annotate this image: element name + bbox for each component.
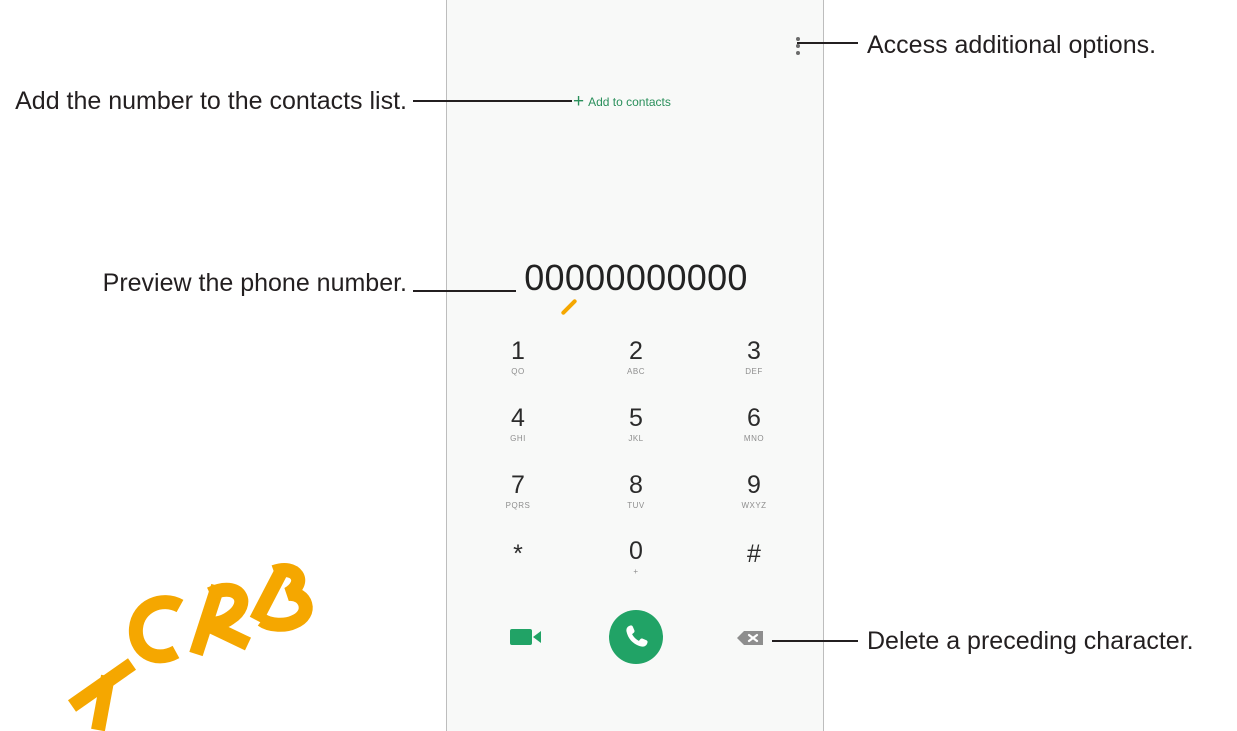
- keypad-digit: #: [747, 540, 761, 568]
- keypad-digit: 4: [511, 404, 525, 432]
- more-options-dot: [796, 51, 800, 55]
- keypad-digit: 5: [629, 404, 643, 432]
- backspace-icon: [737, 631, 763, 645]
- video-call-button[interactable]: [507, 626, 545, 648]
- keypad-letters: ABC: [627, 367, 645, 376]
- keypad-letters: TUV: [627, 501, 645, 510]
- keypad-letters: WXYZ: [741, 501, 767, 510]
- delete-button[interactable]: [733, 626, 769, 650]
- add-to-contacts-button[interactable]: + Add to contacts: [573, 92, 671, 112]
- add-to-contacts-label: Add to contacts: [588, 95, 671, 109]
- callout-line-add-contacts: [413, 100, 572, 102]
- keypad-letters: QO: [511, 367, 525, 376]
- keypad-digit: *: [513, 540, 523, 568]
- keypad-digit: 0: [629, 537, 643, 565]
- keypad-key-8[interactable]: 8 TUV: [588, 470, 684, 526]
- keypad-digit: 7: [511, 471, 525, 499]
- plus-icon: +: [573, 91, 585, 112]
- keypad-digit: 8: [629, 471, 643, 499]
- keypad-letters: JKL: [628, 434, 644, 443]
- callout-add-contacts: Add the number to the contacts list.: [15, 87, 407, 115]
- keypad-letters: MNO: [743, 434, 765, 443]
- keypad-key-6[interactable]: 6 MNO: [706, 403, 802, 459]
- phone-icon: [626, 625, 648, 647]
- keypad-key-2[interactable]: 2 ABC: [588, 336, 684, 392]
- cursor-highlight-mark: [560, 298, 578, 316]
- keypad-letters: PQRS: [505, 501, 531, 510]
- tcrb-watermark: [67, 563, 313, 731]
- more-options-dot: [796, 37, 800, 41]
- callout-line-delete: [772, 640, 858, 642]
- keypad-letters: DEF: [745, 367, 763, 376]
- keypad-digit: 1: [511, 337, 525, 365]
- more-options-dot: [796, 44, 800, 48]
- keypad-key-9[interactable]: 9 WXYZ: [706, 470, 802, 526]
- keypad-digit: 9: [747, 471, 761, 499]
- keypad-key-1[interactable]: 1 QO: [470, 336, 566, 392]
- keypad-letters: +: [633, 567, 639, 576]
- keypad-key-5[interactable]: 5 JKL: [588, 403, 684, 459]
- keypad-key-4[interactable]: 4 GHI: [470, 403, 566, 459]
- callout-line-more-options: [797, 42, 858, 44]
- keypad-digit: 2: [629, 337, 643, 365]
- keypad-key-hash[interactable]: #: [706, 539, 802, 595]
- keypad-digit: 6: [747, 404, 761, 432]
- keypad-letters: GHI: [510, 434, 526, 443]
- phone-number-preview: 00000000000: [524, 257, 748, 298]
- phone-dialer-screen: + Add to contacts 00000000000 1 QO 2 ABC…: [446, 0, 824, 731]
- keypad-key-7[interactable]: 7 PQRS: [470, 470, 566, 526]
- keypad-digit: 3: [747, 337, 761, 365]
- call-button[interactable]: [609, 610, 663, 664]
- callout-delete: Delete a preceding character.: [867, 627, 1194, 655]
- keypad-key-3[interactable]: 3 DEF: [706, 336, 802, 392]
- keypad-key-0[interactable]: 0 +: [588, 536, 684, 592]
- keypad-key-star[interactable]: *: [470, 539, 566, 595]
- video-call-icon: [510, 629, 541, 645]
- callout-more-options: Access additional options.: [867, 31, 1157, 59]
- callout-preview: Preview the phone number.: [102, 269, 407, 297]
- callout-line-preview: [413, 290, 516, 292]
- more-options-button[interactable]: [788, 34, 808, 58]
